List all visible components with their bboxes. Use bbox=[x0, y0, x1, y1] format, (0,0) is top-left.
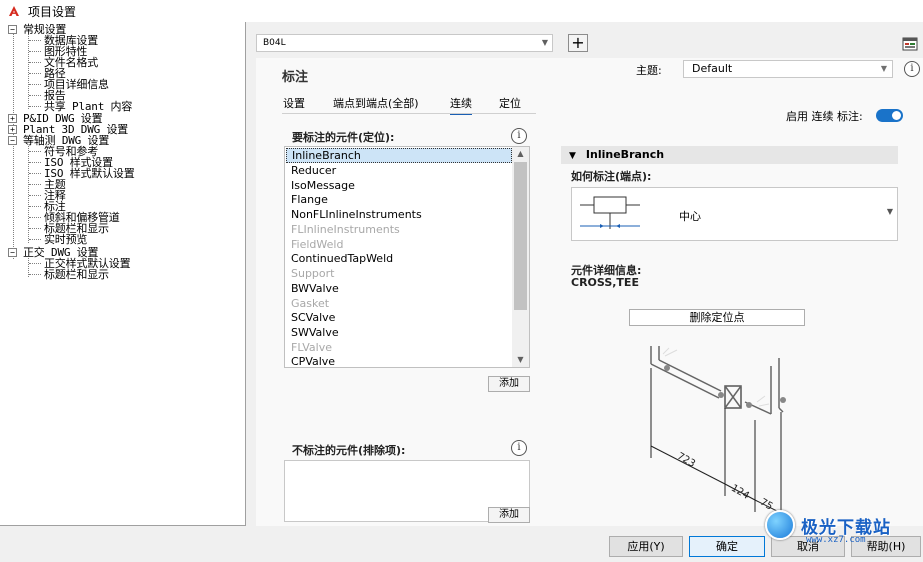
style-manager-icon[interactable] bbox=[902, 36, 918, 52]
list-item[interactable]: Reducer bbox=[286, 163, 512, 178]
window-title: 项目设置 bbox=[28, 4, 77, 19]
list-item[interactable]: Flange bbox=[286, 192, 512, 207]
list-item[interactable]: CPValve bbox=[286, 354, 512, 367]
tab-settings[interactable]: 设置 bbox=[283, 95, 305, 113]
toggle-knob bbox=[892, 111, 901, 120]
tab-continuous[interactable]: 连续 bbox=[450, 95, 472, 115]
how-to-dimension-label: 如何标注(端点): bbox=[571, 170, 652, 183]
info-icon[interactable]: i bbox=[511, 440, 527, 456]
collapse-triangle-icon: ▼ bbox=[569, 151, 576, 161]
include-list-title: 要标注的元件(定位): bbox=[292, 131, 395, 144]
collapse-icon[interactable]: − bbox=[8, 136, 17, 146]
collapse-icon[interactable]: − bbox=[8, 248, 17, 258]
delete-positioning-point-button[interactable]: 删除定位点 bbox=[629, 309, 805, 326]
tab-end-to-end-all[interactable]: 端点到端点(全部) bbox=[333, 95, 419, 113]
dimension-method-select[interactable]: 中心 ▼ bbox=[571, 187, 898, 241]
component-detail-header[interactable]: ▼ InlineBranch bbox=[561, 146, 898, 164]
tree-item-project-details[interactable]: 项目详细信息 bbox=[29, 79, 109, 90]
scroll-down-icon[interactable]: ▼ bbox=[512, 353, 529, 367]
scroll-up-icon[interactable]: ▲ bbox=[512, 147, 529, 161]
list-item[interactable]: IsoMessage bbox=[286, 178, 512, 193]
list-item[interactable]: FLInlineInstruments bbox=[286, 222, 512, 237]
watermark-text: 极光下载站 bbox=[801, 517, 891, 538]
chevron-down-icon: ▼ bbox=[541, 38, 548, 47]
isometric-dimension-diagram: 723 124 75 bbox=[650, 346, 786, 518]
list-item[interactable]: SCValve bbox=[286, 310, 512, 325]
autocad-logo-icon bbox=[8, 5, 20, 17]
tab-divider bbox=[282, 113, 536, 114]
list-item[interactable]: SWValve bbox=[286, 325, 512, 340]
title-bar: 项目设置 bbox=[0, 0, 923, 22]
include-components-list[interactable]: InlineBranch Reducer IsoMessage Flange N… bbox=[284, 146, 530, 368]
ok-button[interactable]: 确定 bbox=[689, 536, 765, 557]
add-style-button[interactable]: + bbox=[568, 34, 588, 52]
settings-content-panel: B04L ▼ + 标注 主题: Default ▼ i 设置 端点到端点(全部)… bbox=[256, 22, 923, 526]
component-name: InlineBranch bbox=[585, 148, 665, 161]
list-item[interactable]: InlineBranch bbox=[286, 148, 512, 163]
theme-value: Default bbox=[692, 62, 733, 75]
list-item[interactable]: NonFLInlineInstruments bbox=[286, 207, 512, 222]
tab-positioning[interactable]: 定位 bbox=[499, 95, 521, 113]
dimension-label-1: 723 bbox=[675, 451, 697, 470]
scroll-thumb[interactable] bbox=[514, 162, 527, 310]
tree-item-ortho-title-block-display[interactable]: 标题栏和显示 bbox=[29, 269, 109, 280]
info-icon[interactable]: i bbox=[904, 61, 920, 77]
add-include-button[interactable]: 添加 bbox=[488, 376, 530, 392]
theme-label: 主题: bbox=[636, 64, 662, 77]
project-settings-window: 项目设置 − 常规设置 数据库设置 图形特性 文件名格式 路径 项目详细信息 报… bbox=[0, 0, 923, 562]
expand-icon[interactable]: + bbox=[8, 125, 17, 135]
list-item[interactable]: Support bbox=[286, 266, 512, 281]
center-point-preview-icon bbox=[580, 196, 640, 229]
dimension-label-2: 124 bbox=[729, 483, 751, 502]
list-item[interactable]: FLValve bbox=[286, 340, 512, 355]
tree-item-shared-plant-content[interactable]: 共享 Plant 内容 bbox=[29, 101, 132, 112]
dimension-settings-area: 标注 主题: Default ▼ i 设置 端点到端点(全部) 连续 定位 启用… bbox=[256, 58, 923, 526]
page-title: 标注 bbox=[282, 70, 309, 85]
add-exclude-button[interactable]: 添加 bbox=[488, 507, 530, 523]
tree-item-label: 标题栏和显示 bbox=[44, 268, 109, 281]
watermark-url: www.xz7.com bbox=[806, 535, 866, 545]
list-item[interactable]: Gasket bbox=[286, 296, 512, 311]
chevron-down-icon: ▼ bbox=[886, 207, 893, 216]
exclude-list-title: 不标注的元件(排除项): bbox=[292, 444, 406, 457]
dimension-method-value: 中心 bbox=[679, 210, 701, 223]
watermark-logo-icon bbox=[765, 510, 795, 540]
list-item[interactable]: FieldWeld bbox=[286, 237, 512, 252]
theme-select[interactable]: Default ▼ bbox=[683, 60, 893, 78]
apply-button[interactable]: 应用(Y) bbox=[609, 536, 683, 557]
enable-continuous-toggle[interactable] bbox=[876, 109, 903, 122]
list-scrollbar[interactable]: ▲ ▼ bbox=[512, 147, 529, 367]
iso-style-value: B04L bbox=[263, 38, 286, 48]
list-item[interactable]: ContinuedTapWeld bbox=[286, 251, 512, 266]
tree-item-label: 实时预览 bbox=[44, 233, 88, 246]
iso-style-select[interactable]: B04L ▼ bbox=[256, 34, 553, 52]
info-icon[interactable]: i bbox=[511, 128, 527, 144]
chevron-down-icon: ▼ bbox=[880, 64, 887, 73]
tree-item-live-preview[interactable]: 实时预览 bbox=[29, 234, 87, 245]
enable-continuous-label: 启用 连续 标注: bbox=[786, 110, 863, 123]
expand-icon[interactable]: + bbox=[8, 114, 17, 124]
tree-item-label: 共享 Plant 内容 bbox=[44, 100, 133, 113]
settings-tree[interactable]: − 常规设置 数据库设置 图形特性 文件名格式 路径 项目详细信息 报告 共享 … bbox=[0, 22, 246, 526]
list-item[interactable]: BWValve bbox=[286, 281, 512, 296]
collapse-icon[interactable]: − bbox=[8, 25, 17, 35]
component-info-value: CROSS,TEE bbox=[571, 276, 639, 289]
